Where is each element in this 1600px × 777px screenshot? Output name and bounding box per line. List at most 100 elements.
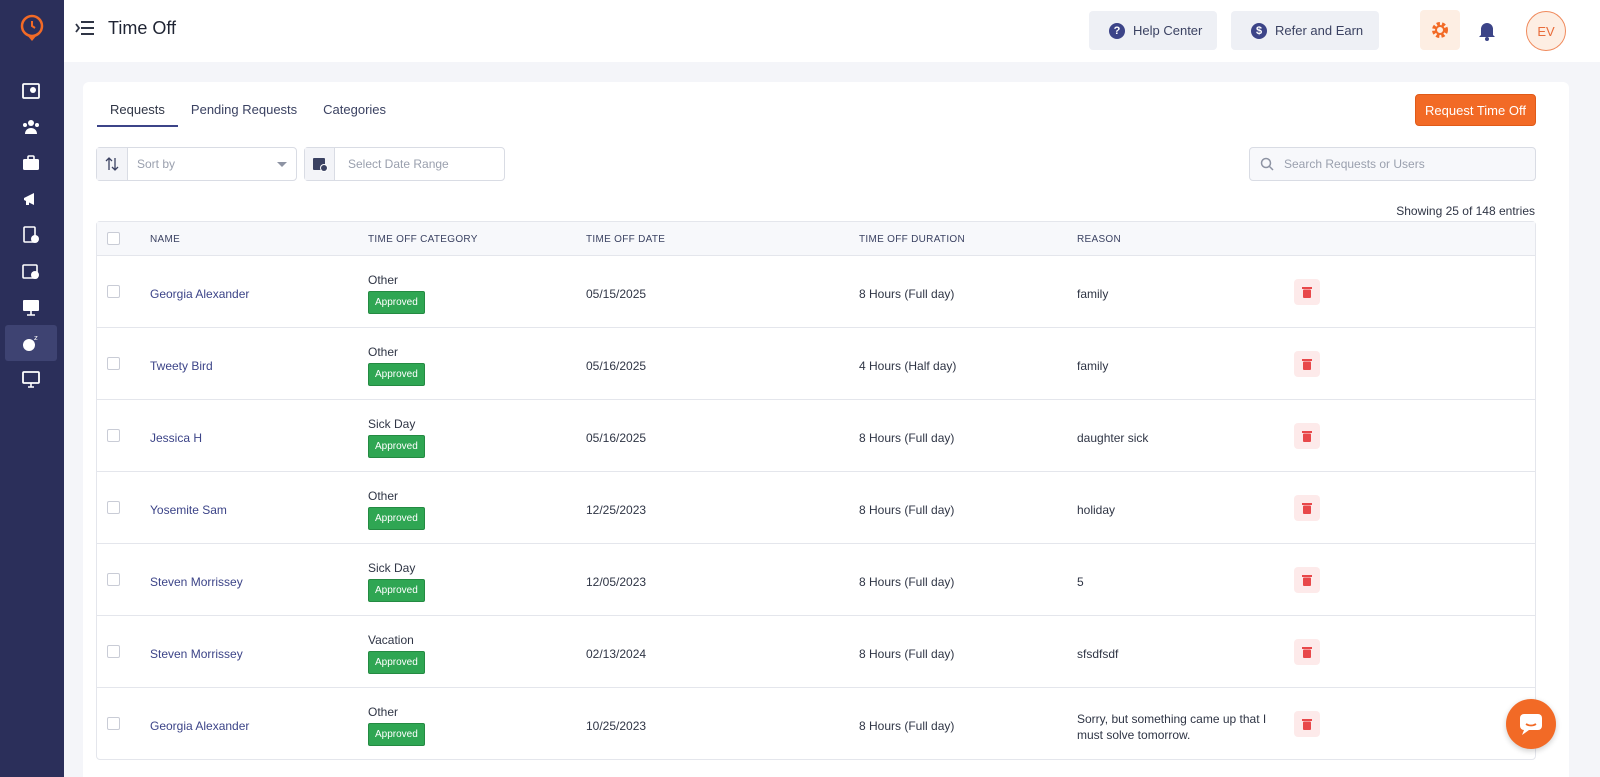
category-label: Other xyxy=(368,345,399,359)
tab-pending-requests[interactable]: Pending Requests xyxy=(178,100,310,127)
tab-categories[interactable]: Categories xyxy=(310,100,399,127)
dollar-icon: $ xyxy=(1251,22,1267,39)
row-category: Other Approved xyxy=(368,273,425,314)
sidebar-item-projects[interactable] xyxy=(5,145,57,181)
row-name-link[interactable]: Tweety Bird xyxy=(150,359,213,373)
header-date[interactable]: TIME OFF DATE xyxy=(586,234,665,245)
row-name-link[interactable]: Jessica H xyxy=(150,431,202,445)
delete-button[interactable] xyxy=(1294,639,1320,665)
date-range-input[interactable]: Select Date Range xyxy=(335,148,504,180)
table-header: NAME TIME OFF CATEGORY TIME OFF DATE TIM… xyxy=(97,222,1535,255)
request-time-off-button[interactable]: Request Time Off xyxy=(1415,94,1536,126)
trash-icon xyxy=(1302,647,1312,658)
category-label: Sick Day xyxy=(368,417,416,431)
row-reason: family xyxy=(1077,359,1109,373)
header-category[interactable]: TIME OFF CATEGORY xyxy=(368,234,478,245)
sidebar-item-devices[interactable] xyxy=(5,361,57,397)
category-label: Other xyxy=(368,489,399,503)
help-center-button[interactable]: ? Help Center xyxy=(1089,11,1217,50)
row-name-link[interactable]: Steven Morrissey xyxy=(150,575,243,589)
row-category: Sick Day Approved xyxy=(368,561,425,602)
row-checkbox[interactable] xyxy=(107,717,120,730)
row-checkbox[interactable] xyxy=(107,285,120,298)
sort-by-select[interactable]: Sort by xyxy=(128,148,296,180)
settings-button[interactable] xyxy=(1420,10,1460,50)
row-name-link[interactable]: Steven Morrissey xyxy=(150,647,243,661)
delete-button[interactable] xyxy=(1294,279,1320,305)
sidebar-item-reports[interactable] xyxy=(5,217,57,253)
category-label: Other xyxy=(368,705,399,719)
row-checkbox[interactable] xyxy=(107,645,120,658)
bell-icon[interactable] xyxy=(1477,19,1497,41)
app-logo-icon[interactable] xyxy=(16,12,48,44)
user-avatar[interactable]: EV xyxy=(1526,11,1566,51)
sort-toggle[interactable] xyxy=(97,148,128,180)
search-icon xyxy=(1260,157,1274,171)
table-row: Steven Morrissey Vacation Approved 02/13… xyxy=(97,615,1535,687)
question-icon: ? xyxy=(1109,22,1125,39)
sidebar-item-team[interactable] xyxy=(5,109,57,145)
sort-arrows-icon xyxy=(105,157,119,171)
delete-button[interactable] xyxy=(1294,495,1320,521)
row-checkbox[interactable] xyxy=(107,573,120,586)
row-duration: 8 Hours (Full day) xyxy=(859,431,955,445)
table-row: Georgia Alexander Other Approved 05/15/2… xyxy=(97,255,1535,327)
search-input[interactable]: Search Requests or Users xyxy=(1284,157,1535,171)
header-duration[interactable]: TIME OFF DURATION xyxy=(859,234,965,245)
svg-text:z: z xyxy=(34,334,38,342)
row-duration: 8 Hours (Full day) xyxy=(859,719,955,733)
row-name-link[interactable]: Georgia Alexander xyxy=(150,719,249,733)
sidebar-item-timesheet[interactable] xyxy=(5,73,57,109)
top-bar: Time Off ? Help Center $ Refer and Earn … xyxy=(64,0,1600,62)
status-badge: Approved xyxy=(368,579,425,602)
sidebar-item-announcements[interactable] xyxy=(5,181,57,217)
delete-button[interactable] xyxy=(1294,567,1320,593)
entries-count: Showing 25 of 148 entries xyxy=(1396,204,1535,218)
status-badge: Approved xyxy=(368,651,425,674)
date-range-icon-box[interactable] xyxy=(305,148,335,180)
refer-and-earn-button[interactable]: $ Refer and Earn xyxy=(1231,11,1379,50)
row-duration: 8 Hours (Full day) xyxy=(859,575,955,589)
tab-requests[interactable]: Requests xyxy=(97,100,178,127)
trash-icon xyxy=(1302,719,1312,730)
sidebar-item-training[interactable] xyxy=(5,289,57,325)
row-category: Other Approved xyxy=(368,489,425,530)
table-row: Tweety Bird Other Approved 05/16/2025 4 … xyxy=(97,327,1535,399)
delete-button[interactable] xyxy=(1294,351,1320,377)
status-badge: Approved xyxy=(368,363,425,386)
menu-collapse-icon[interactable] xyxy=(74,18,96,38)
row-reason: holiday xyxy=(1077,503,1116,517)
trash-icon xyxy=(1302,431,1312,442)
sidebar-item-schedule[interactable] xyxy=(5,253,57,289)
tab-bar: Requests Pending Requests Categories xyxy=(97,100,399,127)
page-title: Time Off xyxy=(108,18,177,38)
row-date: 12/05/2023 xyxy=(586,575,647,589)
delete-button[interactable] xyxy=(1294,423,1320,449)
row-checkbox[interactable] xyxy=(107,429,120,442)
row-checkbox[interactable] xyxy=(107,357,120,370)
row-category: Sick Day Approved xyxy=(368,417,425,458)
row-name-link[interactable]: Georgia Alexander xyxy=(150,287,249,301)
delete-button[interactable] xyxy=(1294,711,1320,737)
sleep-icon: z xyxy=(23,334,38,351)
table-row: Jessica H Sick Day Approved 05/16/2025 8… xyxy=(97,399,1535,471)
row-category: Vacation Approved xyxy=(368,633,425,674)
header-reason[interactable]: REASON xyxy=(1077,234,1121,245)
row-date: 12/25/2023 xyxy=(586,503,647,517)
chat-support-button[interactable] xyxy=(1506,699,1556,749)
trash-icon xyxy=(1302,503,1312,514)
status-badge: Approved xyxy=(368,291,425,314)
select-all-checkbox[interactable] xyxy=(107,232,120,245)
row-name-link[interactable]: Yosemite Sam xyxy=(150,503,227,517)
time-off-table: NAME TIME OFF CATEGORY TIME OFF DATE TIM… xyxy=(96,221,1536,760)
row-date: 02/13/2024 xyxy=(586,647,647,661)
row-checkbox[interactable] xyxy=(107,501,120,514)
table-row: Yosemite Sam Other Approved 12/25/2023 8… xyxy=(97,471,1535,543)
report-clock-icon xyxy=(23,226,39,243)
presentation-icon xyxy=(23,300,39,316)
header-name[interactable]: NAME xyxy=(150,234,180,245)
trash-icon xyxy=(1302,287,1312,298)
briefcase-icon xyxy=(23,155,39,170)
sidebar-item-time-off[interactable]: z xyxy=(5,325,57,361)
status-badge: Approved xyxy=(368,723,425,746)
